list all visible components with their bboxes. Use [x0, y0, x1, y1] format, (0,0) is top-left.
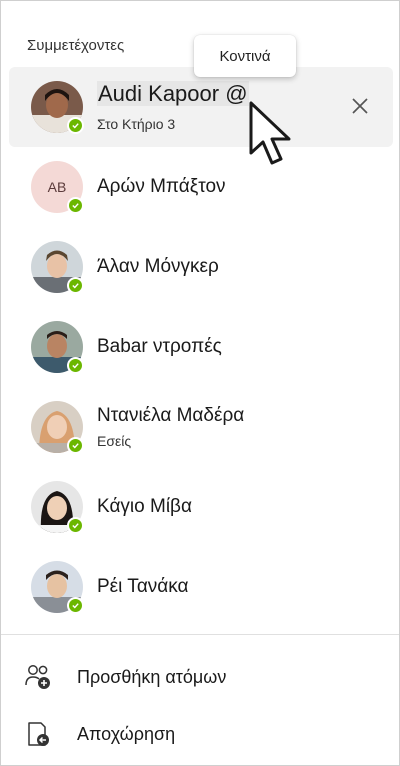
- presence-available-icon: [67, 197, 84, 214]
- participant-row[interactable]: Ντανιέλα Μαδέρα Εσείς: [9, 387, 393, 467]
- add-people-icon: [23, 662, 53, 692]
- participant-row[interactable]: AB Αρών Μπάξτον: [9, 147, 393, 227]
- nearby-tooltip: Κοντινά: [194, 35, 296, 77]
- add-people-button[interactable]: Προσθήκη ατόμων: [23, 657, 383, 697]
- mouse-pointer-icon: [247, 101, 303, 172]
- participant-name: Κάγιο Μίβα: [97, 496, 192, 517]
- participant-name: Ντανιέλα Μαδέρα: [97, 405, 245, 426]
- participant-row[interactable]: Κάγιο Μίβα: [9, 467, 393, 547]
- presence-available-icon: [67, 517, 84, 534]
- participant-name: Αρών Μπάξτον: [97, 176, 226, 197]
- leave-button[interactable]: Αποχώρηση: [23, 714, 383, 754]
- leave-icon: [23, 719, 53, 749]
- leave-label: Αποχώρηση: [77, 723, 176, 744]
- participant-name: Audi Kapoor @: [97, 81, 249, 106]
- participant-row[interactable]: Audi Kapoor @ Στο Κτήριο 3: [9, 67, 393, 147]
- participant-status: Εσείς: [97, 433, 132, 449]
- presence-available-icon: [67, 437, 84, 454]
- participant-row[interactable]: Άλαν Μόνγκερ: [9, 227, 393, 307]
- participant-status: Στο Κτήριο 3: [97, 116, 176, 132]
- participant-name: Άλαν Μόνγκερ: [97, 256, 219, 277]
- participant-row[interactable]: Babar ντροπές: [9, 307, 393, 387]
- add-people-label: Προσθήκη ατόμων: [77, 666, 227, 687]
- participant-name: Ρέι Τανάκα: [97, 576, 189, 597]
- presence-available-icon: [67, 357, 84, 374]
- participants-panel: Συμμετέχοντες Κοντινά Audi Kapoor @ Στο …: [0, 0, 400, 766]
- participant-row[interactable]: Ρέι Τανάκα: [9, 547, 393, 627]
- presence-available-icon: [67, 597, 84, 614]
- participant-name: Babar ντροπές: [97, 336, 222, 357]
- section-title: Συμμετέχοντες: [27, 37, 125, 54]
- divider: [1, 634, 399, 635]
- presence-available-icon: [67, 117, 84, 134]
- close-icon[interactable]: [345, 91, 375, 121]
- presence-available-icon: [67, 277, 84, 294]
